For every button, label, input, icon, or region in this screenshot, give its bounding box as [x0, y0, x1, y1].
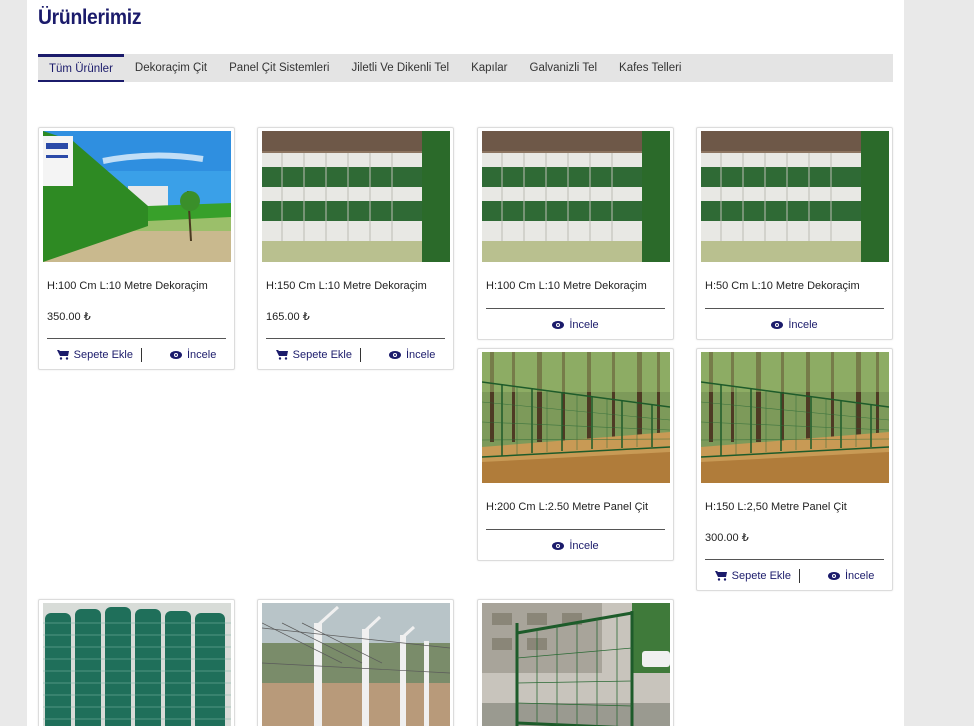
tab-galvanizli-tel[interactable]: Galvanizli Tel: [519, 54, 609, 82]
cart-icon: [56, 350, 69, 360]
product-price: 165.00 ₺: [266, 311, 310, 323]
add-to-cart-label: Sepete Ekle: [292, 349, 352, 361]
product-card: H:150 Cm L:10 Metre Dekoraçim 165.00 ₺ S…: [257, 127, 454, 370]
eye-icon: [771, 321, 784, 329]
tab-dekoracim-cit[interactable]: Dekoraçim Çit: [124, 54, 218, 82]
product-image[interactable]: [482, 131, 670, 262]
product-card: H:100 Cm L:10 Metre Dekoraçim İncele: [477, 127, 674, 340]
tab-kafes-telleri[interactable]: Kafes Telleri: [608, 54, 692, 82]
product-name[interactable]: H:100 Cm L:10 Metre Dekoraçim: [486, 280, 647, 292]
divider: [359, 348, 361, 362]
divider: [798, 569, 800, 583]
tab-jiletli-dikenli-tel[interactable]: Jiletli Ve Dikenli Tel: [340, 54, 460, 82]
eye-icon: [552, 542, 565, 550]
rolled-hedge-image: [262, 131, 450, 262]
product-card: [477, 599, 674, 726]
product-image[interactable]: [43, 603, 231, 726]
inspect-label: İncele: [788, 319, 818, 331]
product-image[interactable]: [262, 131, 450, 262]
gate-image: [482, 603, 670, 726]
inspect-label: İncele: [569, 319, 599, 331]
product-card: H:100 Cm L:10 Metre Dekoraçim 350.00 ₺ S…: [38, 127, 235, 370]
panel-fence-image: [701, 352, 889, 483]
product-image[interactable]: [701, 352, 889, 483]
cart-icon: [714, 571, 727, 581]
product-image[interactable]: [262, 603, 450, 726]
product-price: 350.00 ₺: [47, 311, 91, 323]
divider: [266, 338, 445, 339]
eye-icon: [388, 351, 401, 359]
inspect-button[interactable]: İncele: [552, 540, 599, 552]
inspect-label: İncele: [569, 540, 599, 552]
wire-rolls-image: [43, 603, 231, 726]
product-price: 300.00 ₺: [705, 532, 749, 544]
inspect-button[interactable]: İncele: [771, 319, 818, 331]
barbed-wire-fence-image: [262, 603, 450, 726]
product-image[interactable]: [701, 131, 889, 262]
rolled-hedge-image: [482, 131, 670, 262]
product-actions: Sepete Ekle İncele: [705, 568, 884, 584]
divider: [705, 308, 884, 309]
rolled-hedge-image: [701, 131, 889, 262]
eye-icon: [552, 321, 565, 329]
category-tabs: Tüm Ürünler Dekoraçim Çit Panel Çit Sist…: [38, 54, 893, 82]
eye-icon: [827, 572, 840, 580]
inspect-label: İncele: [186, 349, 217, 361]
product-actions: İncele: [705, 317, 884, 333]
divider: [47, 338, 226, 339]
divider: [140, 348, 142, 362]
cart-icon: [275, 350, 288, 360]
add-to-cart-label: Sepete Ekle: [731, 570, 791, 582]
product-image[interactable]: [482, 352, 670, 483]
divider: [705, 559, 884, 560]
product-actions: Sepete Ekle İncele: [47, 347, 226, 363]
product-name[interactable]: H:100 Cm L:10 Metre Dekoraçim: [47, 280, 208, 292]
product-actions: Sepete Ekle İncele: [266, 347, 445, 363]
product-card: [257, 599, 454, 726]
inspect-button[interactable]: İncele: [169, 349, 217, 361]
panel-fence-image: [482, 352, 670, 483]
product-image[interactable]: [43, 131, 231, 262]
product-image[interactable]: [482, 603, 670, 726]
tab-panel-cit[interactable]: Panel Çit Sistemleri: [218, 54, 340, 82]
page-container: Ürünlerimiz Tüm Ürünler Dekoraçim Çit Pa…: [27, 0, 904, 726]
inspect-button[interactable]: İncele: [827, 570, 875, 582]
tab-all-products[interactable]: Tüm Ürünler: [38, 54, 124, 82]
product-name[interactable]: H:200 Cm L:2.50 Metre Panel Çit: [486, 501, 648, 513]
inspect-label: İncele: [844, 570, 875, 582]
product-name[interactable]: H:150 Cm L:10 Metre Dekoraçim: [266, 280, 427, 292]
tab-kapilar[interactable]: Kapılar: [460, 54, 518, 82]
inspect-label: İncele: [405, 349, 436, 361]
add-to-cart-label: Sepete Ekle: [73, 349, 133, 361]
product-actions: İncele: [486, 538, 665, 554]
eye-icon: [169, 351, 182, 359]
add-to-cart-button[interactable]: Sepete Ekle: [56, 349, 133, 361]
add-to-cart-button[interactable]: Sepete Ekle: [714, 570, 791, 582]
divider: [486, 529, 665, 530]
hedge-wall-image: [43, 131, 231, 262]
product-card: [38, 599, 235, 726]
product-card: H:200 Cm L:2.50 Metre Panel Çit İncele: [477, 348, 674, 561]
product-actions: İncele: [486, 317, 665, 333]
inspect-button[interactable]: İncele: [552, 319, 599, 331]
divider: [486, 308, 665, 309]
product-card: H:50 Cm L:10 Metre Dekoraçim İncele: [696, 127, 893, 340]
add-to-cart-button[interactable]: Sepete Ekle: [275, 349, 352, 361]
page-title: Ürünlerimiz: [38, 6, 142, 29]
product-name[interactable]: H:50 Cm L:10 Metre Dekoraçim: [705, 280, 860, 292]
inspect-button[interactable]: İncele: [388, 349, 436, 361]
product-card: H:150 L:2,50 Metre Panel Çit 300.00 ₺ Se…: [696, 348, 893, 591]
product-name[interactable]: H:150 L:2,50 Metre Panel Çit: [705, 501, 847, 513]
